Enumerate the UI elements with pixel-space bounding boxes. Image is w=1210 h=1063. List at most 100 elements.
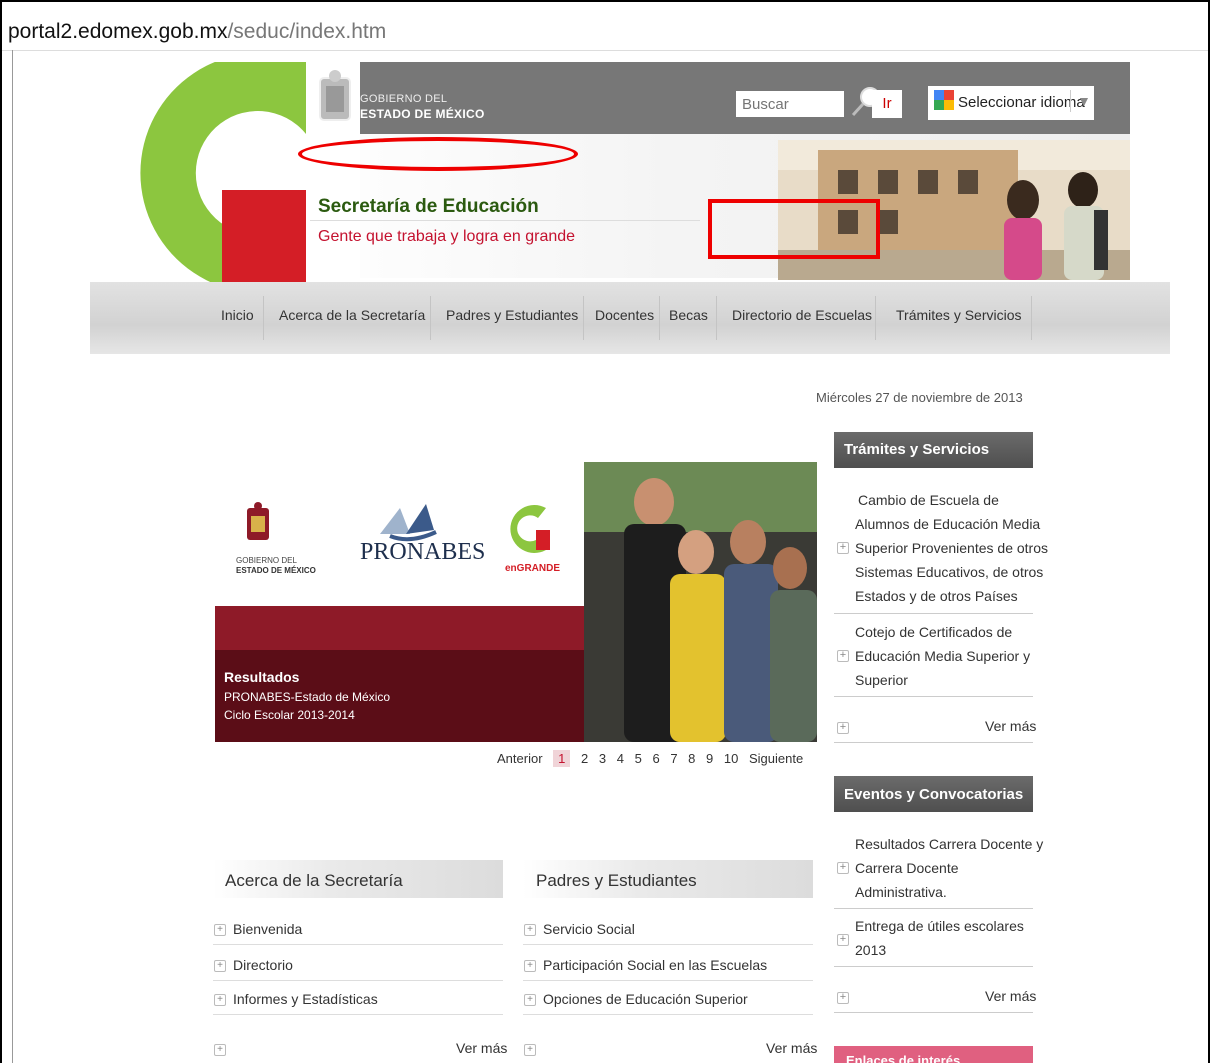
pager-page[interactable]: 9 (706, 751, 713, 766)
tramites-item2-line[interactable]: Superior (855, 668, 908, 692)
eventos-item1-line[interactable]: Carrera Docente (855, 856, 959, 880)
tramites-item2-line[interactable]: Cotejo de Certificados de (855, 620, 1012, 644)
engrande-logo-text: enGRANDE (505, 563, 561, 574)
pager-page[interactable]: 2 (581, 751, 588, 766)
pager-page[interactable]: 3 (599, 751, 606, 766)
nav-divider (1031, 296, 1032, 340)
nav-padres[interactable]: Padres y Estudiantes (446, 307, 578, 323)
nav-divider (716, 296, 717, 340)
eventos-title: Eventos y Convocatorias (844, 786, 1024, 803)
nav-divider (263, 296, 264, 340)
pager-prev[interactable]: Anterior (497, 751, 543, 766)
nav-directorio[interactable]: Directorio de Escuelas (732, 307, 872, 323)
plus-square-icon: + (837, 542, 849, 554)
google-translate-icon (934, 90, 954, 110)
divider (523, 944, 813, 945)
plus-square-icon: + (524, 994, 536, 1006)
plus-square-icon: + (837, 722, 849, 734)
padres-item-participacion[interactable]: Participación Social en las Escuelas (543, 957, 767, 973)
window-frame-left (0, 0, 2, 1063)
nav-divider (875, 296, 876, 340)
pager-page[interactable]: 7 (670, 751, 677, 766)
chevron-down-icon[interactable]: ▼ (1077, 93, 1091, 109)
slide-caption-title: Resultados (224, 669, 300, 685)
pager-page[interactable]: 10 (724, 751, 738, 766)
eventos-item1-line[interactable]: Administrativa. (855, 880, 947, 904)
plus-square-icon: + (214, 960, 226, 972)
tramites-item2-line[interactable]: Educación Media Superior y (855, 644, 1030, 668)
nav-inicio[interactable]: Inicio (221, 307, 254, 323)
padres-item-opciones[interactable]: Opciones de Educación Superior (543, 991, 748, 1007)
pronabes-logo-text: PRONABES (360, 539, 486, 565)
search-button[interactable]: Ir (872, 90, 902, 118)
url-path: /seduc/index.htm (227, 20, 387, 43)
plus-square-icon: + (524, 1044, 536, 1056)
url-host: portal2.edomex.gob.mx (8, 20, 228, 43)
acerca-more-link[interactable]: Ver más (456, 1040, 507, 1056)
divider (523, 980, 813, 981)
divider (834, 1012, 1033, 1013)
pager-page[interactable]: 1 (553, 750, 571, 767)
tramites-more-link[interactable]: Ver más (985, 718, 1036, 734)
plus-square-icon: + (524, 960, 536, 972)
padres-more-link[interactable]: Ver más (766, 1040, 817, 1056)
language-select-divider (1070, 90, 1071, 112)
acerca-title: Acerca de la Secretaría (225, 871, 403, 890)
plus-square-icon: + (837, 992, 849, 1004)
pager-page[interactable]: 8 (688, 751, 695, 766)
slide-caption-line2: Ciclo Escolar 2013-2014 (224, 708, 355, 722)
nav-acerca[interactable]: Acerca de la Secretaría (279, 307, 425, 323)
annotation-red-rectangle (708, 199, 880, 259)
tramites-item1-line[interactable]: Alumnos de Educación Media (855, 512, 1040, 536)
divider (834, 613, 1033, 614)
slide-caption-line1: PRONABES-Estado de México (224, 690, 391, 704)
eventos-item1-line[interactable]: Resultados Carrera Docente y (855, 832, 1043, 856)
enlaces-title: Enlaces de interés (846, 1053, 961, 1063)
divider (213, 1014, 503, 1015)
tramites-title: Trámites y Servicios (844, 441, 990, 458)
search-input[interactable] (736, 91, 844, 117)
pager-next[interactable]: Siguiente (749, 751, 803, 766)
address-url[interactable]: portal2.edomex.gob.mx/seduc/index.htm (8, 20, 386, 44)
eventos-item2-line[interactable]: 2013 (855, 938, 886, 962)
site-slogan: Gente que trabaja y logra en grande (318, 228, 576, 245)
state-shield-icon (319, 70, 351, 121)
plus-square-icon: + (837, 934, 849, 946)
divider (834, 696, 1033, 697)
students-photo (584, 462, 817, 742)
eventos-item2-line[interactable]: Entrega de útiles escolares (855, 914, 1024, 938)
plus-square-icon: + (524, 924, 536, 936)
padres-item-servicio-social[interactable]: Servicio Social (543, 921, 635, 937)
content-frame-edge (12, 50, 13, 1063)
acerca-item-informes[interactable]: Informes y Estadísticas (233, 991, 378, 1007)
g-logo-red-bar (222, 190, 306, 284)
plus-square-icon: + (214, 1044, 226, 1056)
divider (834, 742, 1033, 743)
acerca-item-directorio[interactable]: Directorio (233, 957, 293, 973)
tramites-item1-line[interactable]: Cambio de Escuela de (858, 488, 999, 512)
gov-logo-line1: GOBIERNO DEL (360, 93, 448, 105)
acerca-item-bienvenida[interactable]: Bienvenida (233, 921, 302, 937)
edomex-logo-line2: ESTADO DE MÉXICO (236, 566, 316, 575)
tramites-item1-line[interactable]: Estados y de otros Países (855, 584, 1018, 608)
nav-becas[interactable]: Becas (669, 307, 708, 323)
tramites-item1-line[interactable]: Sistemas Educativos, de otros (855, 560, 1043, 584)
divider (834, 966, 1033, 967)
current-date: Miércoles 27 de noviembre de 2013 (816, 390, 1023, 405)
divider (213, 944, 503, 945)
nav-docentes[interactable]: Docentes (595, 307, 654, 323)
plus-square-icon: + (214, 924, 226, 936)
pager-page[interactable]: 6 (652, 751, 659, 766)
nav-tramites[interactable]: Trámites y Servicios (896, 307, 1022, 323)
title-divider (310, 220, 700, 221)
slider-pager: Anterior 1 2 3 4 5 6 7 8 9 10 Siguiente (497, 750, 810, 767)
plus-square-icon: + (837, 650, 849, 662)
pager-page[interactable]: 4 (617, 751, 624, 766)
language-select-label: Seleccionar idioma (958, 94, 1085, 111)
eventos-more-link[interactable]: Ver más (985, 988, 1036, 1004)
site-title: Secretaría de Educación (318, 196, 539, 217)
pager-page[interactable]: 5 (635, 751, 642, 766)
nav-divider (583, 296, 584, 340)
plus-square-icon: + (837, 862, 849, 874)
tramites-item1-line[interactable]: Superior Provenientes de otros (855, 536, 1048, 560)
